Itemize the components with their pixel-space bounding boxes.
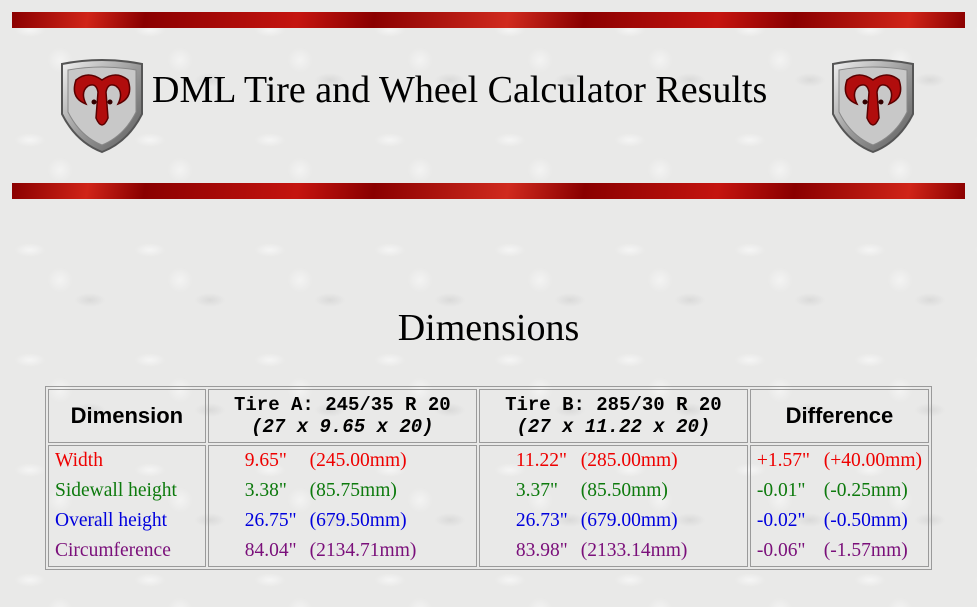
tire-a-width-in: 9.65"	[244, 450, 287, 471]
tire-a-values-cell: 9.65" (245.00mm) 3.38" (85.75mm) 26.75" …	[207, 445, 477, 567]
tire-b-circumference-in: 83.98"	[515, 540, 568, 561]
tire-a-overall-in: 26.75"	[244, 510, 297, 531]
tire-a-sidewall-in: 3.38"	[244, 480, 287, 501]
tire-b-width-mm: (285.00mm)	[580, 450, 678, 471]
tire-a-circumference-mm: (2134.71mm)	[309, 540, 417, 561]
tire-a-width: 9.65" (245.00mm)	[215, 446, 470, 476]
tire-b-overall: 26.73" (679.00mm)	[486, 506, 741, 536]
diff-width-mm: (+40.00mm)	[823, 450, 922, 471]
tire-b-values-cell: 11.22" (285.00mm) 3.37" (85.50mm) 26.73"…	[478, 445, 748, 567]
diff-width: +1.57" (+40.00mm)	[757, 446, 922, 476]
label-width: Width	[55, 450, 103, 471]
header-difference: Difference	[749, 389, 929, 443]
dimensions-table: Dimension Tire A: 245/35 R 20 (27 x 9.65…	[45, 386, 932, 570]
tire-a-overall: 26.75" (679.50mm)	[215, 506, 470, 536]
table-header-row: Dimension Tire A: 245/35 R 20 (27 x 9.65…	[48, 389, 929, 443]
tire-a-sidewall: 3.38" (85.75mm)	[215, 476, 470, 506]
header-dimension: Dimension	[48, 389, 206, 443]
diff-overall-mm: (-0.50mm)	[823, 510, 908, 531]
header-tire-b: Tire B: 285/30 R 20 (27 x 11.22 x 20)	[478, 389, 748, 443]
diff-circumference: -0.06" (-1.57mm)	[757, 536, 922, 566]
diff-width-in: +1.57"	[756, 450, 811, 471]
tire-b-width: 11.22" (285.00mm)	[486, 446, 741, 476]
bottom-banner-bar	[12, 183, 965, 199]
tire-b-sidewall: 3.37" (85.50mm)	[486, 476, 741, 506]
ram-logo-icon	[832, 59, 914, 154]
tire-b-sidewall-mm: (85.50mm)	[580, 480, 668, 501]
tire-a-width-mm: (245.00mm)	[309, 450, 407, 471]
tire-b-overall-mm: (679.00mm)	[580, 510, 678, 531]
difference-values-cell: +1.57" (+40.00mm) -0.01" (-0.25mm) -0.02…	[749, 445, 929, 567]
label-overall-height: Overall height	[55, 510, 168, 531]
diff-sidewall-mm: (-0.25mm)	[823, 480, 908, 501]
tire-a-circumference-in: 84.04"	[244, 540, 297, 561]
tire-a-overall-mm: (679.50mm)	[309, 510, 407, 531]
header-tire-a-size: Tire A: 245/35 R 20	[233, 394, 451, 416]
tire-a-sidewall-mm: (85.75mm)	[309, 480, 397, 501]
section-title: Dimensions	[397, 307, 580, 349]
label-circumference: Circumference	[55, 540, 171, 561]
diff-overall: -0.02" (-0.50mm)	[757, 506, 922, 536]
tire-b-overall-in: 26.73"	[515, 510, 568, 531]
diff-sidewall-in: -0.01"	[756, 480, 806, 501]
top-banner-bar	[12, 12, 965, 28]
diff-circumference-in: -0.06"	[756, 540, 806, 561]
header-tire-a-dims: (27 x 9.65 x 20)	[251, 416, 434, 438]
header-tire-b-dims: (27 x 11.22 x 20)	[516, 416, 711, 438]
diff-circumference-mm: (-1.57mm)	[823, 540, 908, 561]
tire-b-circumference: 83.98" (2133.14mm)	[486, 536, 741, 566]
diff-overall-in: -0.02"	[756, 510, 806, 531]
tire-b-sidewall-in: 3.37"	[515, 480, 558, 501]
ram-logo-icon	[61, 59, 143, 154]
dimension-labels-cell: Width Sidewall height Overall height Cir…	[48, 445, 206, 567]
tire-b-circumference-mm: (2133.14mm)	[580, 540, 688, 561]
tire-a-circumference: 84.04" (2134.71mm)	[215, 536, 470, 566]
label-sidewall-height: Sidewall height	[55, 480, 177, 501]
diff-sidewall: -0.01" (-0.25mm)	[757, 476, 922, 506]
header-tire-a: Tire A: 245/35 R 20 (27 x 9.65 x 20)	[207, 389, 477, 443]
page-title: DML Tire and Wheel Calculator Results	[152, 69, 768, 111]
tire-b-width-in: 11.22"	[515, 450, 567, 471]
table-row: Width Sidewall height Overall height Cir…	[48, 445, 929, 567]
header-tire-b-size: Tire B: 285/30 R 20	[505, 394, 722, 416]
